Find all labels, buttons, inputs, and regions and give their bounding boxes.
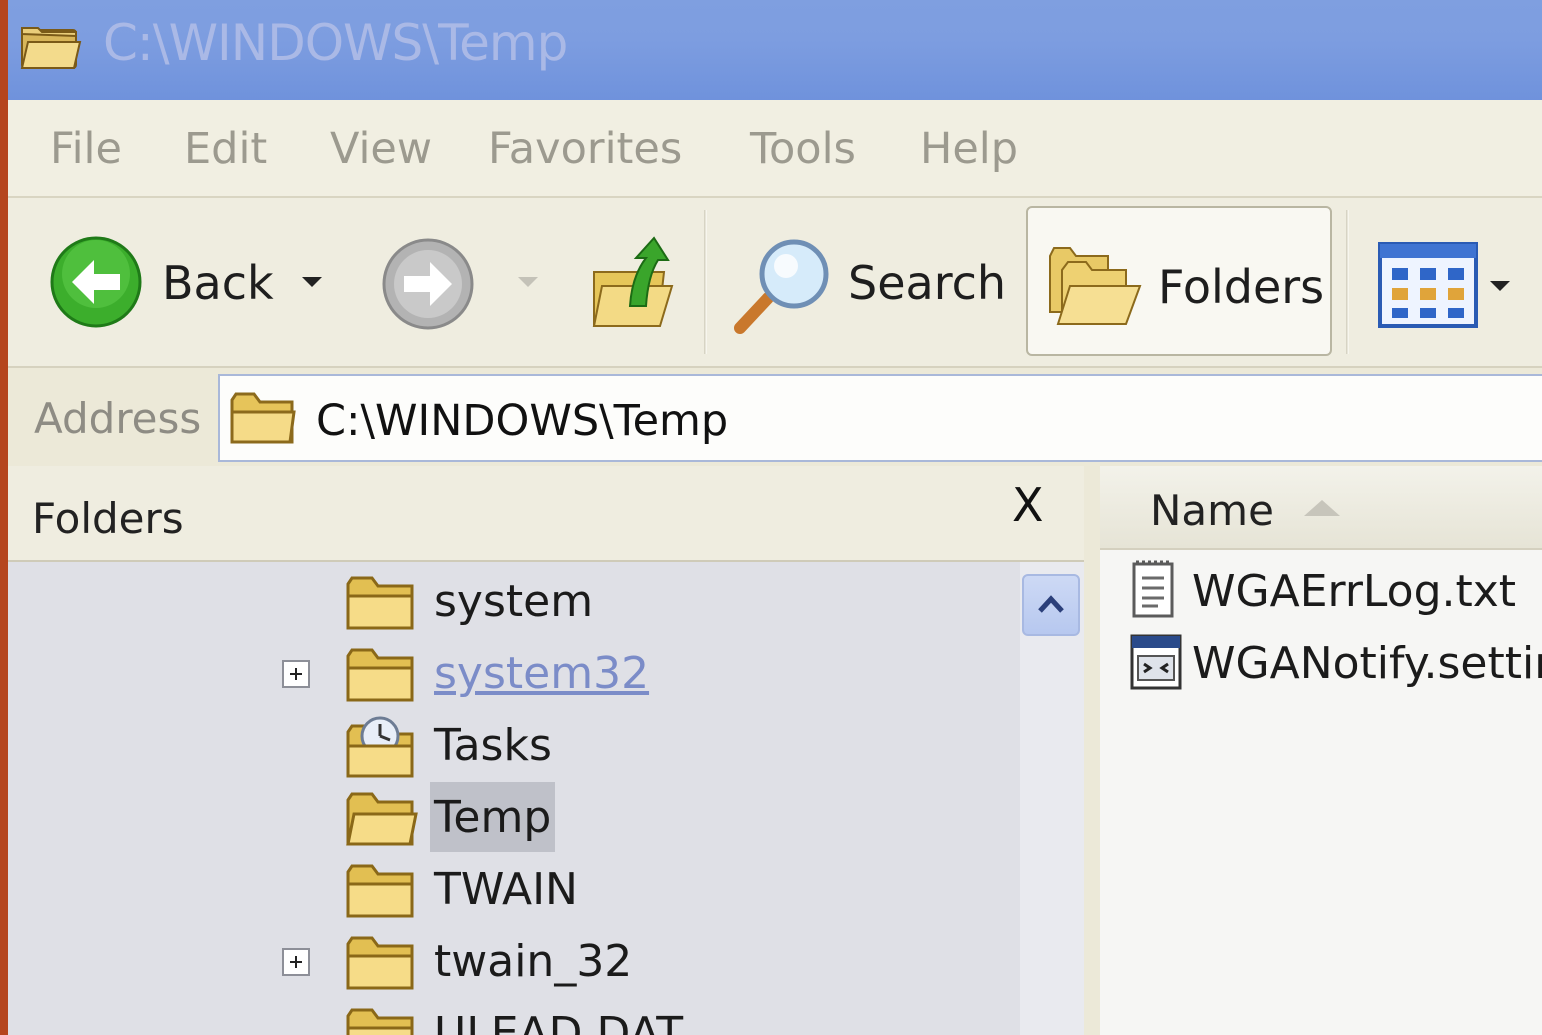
tree-item-system32[interactable]: system32 xyxy=(8,638,1020,710)
scroll-up-button[interactable] xyxy=(1022,574,1080,636)
tree-item-label: system32 xyxy=(434,648,650,699)
folders-pane-title: Folders xyxy=(32,494,184,543)
sort-ascending-icon xyxy=(1304,500,1340,516)
up-folder-icon[interactable] xyxy=(588,236,678,336)
scheduled-tasks-folder-icon xyxy=(342,714,418,786)
tree-item-twain-32[interactable]: twain_32 xyxy=(8,926,1020,998)
folders-button[interactable]: Folders xyxy=(1026,206,1332,356)
address-path: C:\WINDOWS\Temp xyxy=(316,396,729,446)
folder-icon xyxy=(342,858,418,926)
tree-item-label: system xyxy=(434,576,594,627)
folder-icon xyxy=(228,388,298,452)
expand-plus-icon[interactable] xyxy=(282,948,310,976)
column-header-label: Name xyxy=(1150,486,1274,535)
forward-arrow-icon[interactable] xyxy=(380,236,476,336)
tree-item-tasks[interactable]: Tasks xyxy=(8,710,1020,782)
views-dropdown-arrow-icon xyxy=(1488,278,1512,297)
menu-favorites[interactable]: Favorites xyxy=(488,124,682,174)
menu-tools[interactable]: Tools xyxy=(750,124,856,174)
file-list-pane: Name WGAErrLog.txt WGANotify.settings xyxy=(1100,466,1542,1035)
tree-item-temp[interactable]: Temp xyxy=(8,782,1020,854)
tree-item-twain[interactable]: TWAIN xyxy=(8,854,1020,926)
tree-item-label: twain_32 xyxy=(434,936,633,987)
close-pane-button[interactable]: X xyxy=(1012,478,1044,532)
chevron-up-icon xyxy=(1037,594,1065,618)
toolbar-separator xyxy=(704,210,707,354)
folder-icon xyxy=(342,930,418,998)
forward-dropdown-arrow-icon[interactable] xyxy=(516,274,540,293)
tree-item-label: Tasks xyxy=(434,720,552,771)
text-file-icon xyxy=(1128,558,1178,624)
folders-label: Folders xyxy=(1158,260,1325,314)
file-name: WGAErrLog.txt xyxy=(1192,566,1517,617)
search-label: Search xyxy=(848,256,1007,310)
back-dropdown-arrow-icon[interactable] xyxy=(300,274,324,293)
file-item[interactable]: WGAErrLog.txt xyxy=(1100,554,1542,622)
menu-edit[interactable]: Edit xyxy=(184,124,267,174)
folder-icon xyxy=(342,1002,418,1035)
window-title: C:\WINDOWS\Temp xyxy=(103,14,568,72)
menu-view[interactable]: View xyxy=(330,124,432,174)
folder-open-icon xyxy=(342,786,418,854)
file-name: WGANotify.settings xyxy=(1192,638,1542,689)
back-label: Back xyxy=(162,256,274,310)
column-header-name[interactable]: Name xyxy=(1100,466,1542,550)
address-label: Address xyxy=(34,394,202,443)
explorer-window: C:\WINDOWS\Temp File Edit View Favorites… xyxy=(8,0,1542,1035)
menu-help[interactable]: Help xyxy=(920,124,1018,174)
pane-splitter[interactable] xyxy=(1084,466,1100,1035)
tree-item-label: Temp xyxy=(430,782,556,852)
tree-item-label: TWAIN xyxy=(434,864,578,915)
tree-item-ulead-dat[interactable]: ULEAD.DAT xyxy=(8,998,1020,1035)
address-field[interactable]: C:\WINDOWS\Temp xyxy=(218,374,1542,462)
folders-icon xyxy=(1046,242,1142,332)
toolbar: Back Search Folders xyxy=(8,198,1542,368)
expand-plus-icon[interactable] xyxy=(282,660,310,688)
toolbar-separator xyxy=(1346,210,1349,354)
folder-window-icon xyxy=(20,22,82,76)
views-icon xyxy=(1378,242,1478,332)
tree-item-label: ULEAD.DAT xyxy=(434,1008,684,1035)
folders-pane: Folders X system system32 Tasks Temp TWA… xyxy=(8,466,1084,1035)
tree-item-system[interactable]: system xyxy=(8,566,1020,638)
menu-file[interactable]: File xyxy=(50,124,122,174)
folders-pane-header: Folders X xyxy=(8,466,1084,562)
file-item[interactable]: WGANotify.settings xyxy=(1100,626,1542,694)
back-arrow-icon xyxy=(48,234,144,334)
search-icon xyxy=(732,234,836,342)
folder-icon xyxy=(342,642,418,710)
folder-tree: system system32 Tasks Temp TWAIN twain_3… xyxy=(8,562,1020,1035)
settings-file-icon xyxy=(1128,630,1184,696)
address-bar: Address C:\WINDOWS\Temp xyxy=(8,368,1542,466)
folder-icon xyxy=(342,570,418,638)
title-bar[interactable]: C:\WINDOWS\Temp xyxy=(8,0,1542,100)
menu-bar: File Edit View Favorites Tools Help xyxy=(8,100,1542,198)
